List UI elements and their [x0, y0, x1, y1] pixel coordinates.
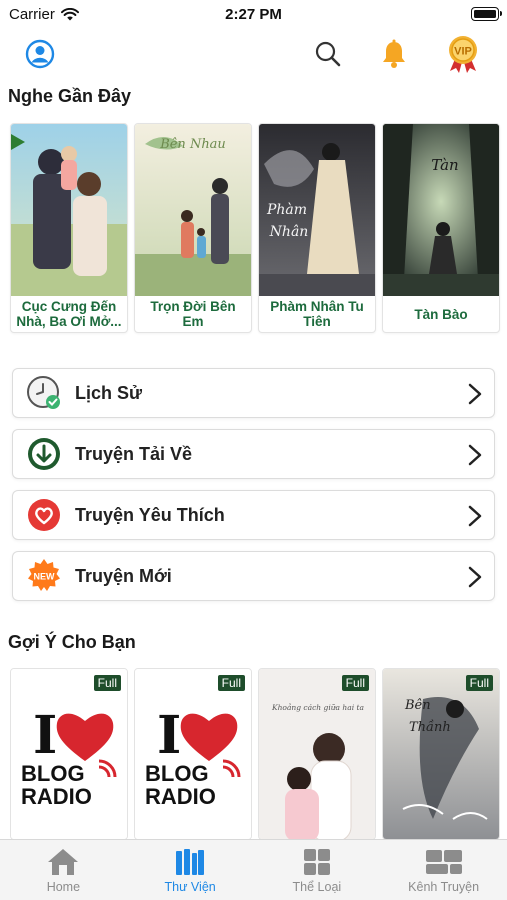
recent-section-title: Nghe Gần Đây	[8, 86, 132, 106]
book-cover-image: Bên Nhau	[135, 124, 251, 296]
svg-text:Tàn: Tàn	[431, 156, 458, 174]
suggest-card[interactable]: I BLOG RADIO Full	[134, 668, 252, 840]
library-books-icon	[176, 849, 205, 875]
history-clock-icon	[26, 375, 62, 411]
book-cover-caption: Khoảng cách giữa hai ta	[272, 703, 364, 712]
library-menu: Lịch Sử Truyện Tải Về Truyện Yêu Thích N…	[12, 368, 495, 612]
logo-blog: BLOG	[21, 761, 85, 786]
svg-text:Bên Nhau: Bên Nhau	[159, 137, 226, 152]
home-icon	[48, 849, 79, 875]
book-cover-image	[259, 669, 375, 839]
tab-label: Thư Viện	[164, 880, 216, 894]
logo-radio: RADIO	[21, 784, 92, 809]
book-card[interactable]: Phàm Nhân Phàm Nhân Tu Tiên	[258, 123, 376, 333]
book-cover-image: Phàm Nhân	[259, 124, 375, 296]
grid-icon	[303, 849, 330, 875]
menu-item-favorites[interactable]: Truyện Yêu Thích	[12, 490, 495, 540]
chevron-right-icon	[468, 444, 482, 466]
suggest-books-row: I BLOG RADIO Full I BLOG RADIO Full Khoả…	[10, 668, 500, 840]
svg-text:Thầnh: Thầnh	[409, 719, 451, 735]
menu-label: Truyện Tải Về	[75, 443, 193, 464]
blogradio-logo: I BLOG RADIO	[135, 669, 251, 839]
menu-item-history[interactable]: Lịch Sử	[12, 368, 495, 418]
battery-icon	[471, 7, 502, 21]
book-card[interactable]: Tàn Tàn Bào	[382, 123, 500, 333]
svg-text:VIP: VIP	[454, 46, 472, 58]
suggest-card[interactable]: Khoảng cách giữa hai ta Full	[258, 668, 376, 840]
user-profile-icon[interactable]	[20, 34, 60, 74]
menu-label: Truyện Mới	[75, 565, 172, 586]
tab-label: Thể Loại	[292, 880, 342, 894]
heart-icon	[26, 497, 62, 533]
logo-letter-i: I	[157, 705, 181, 766]
logo-blog: BLOG	[145, 761, 209, 786]
channels-icon	[425, 850, 462, 874]
book-title: Trọn Đời Bên Em	[150, 299, 236, 329]
chevron-right-icon	[468, 505, 482, 527]
book-card[interactable]: Bên Nhau Trọn Đời Bên Em	[134, 123, 252, 333]
full-badge: Full	[341, 675, 369, 691]
menu-label: Truyện Yêu Thích	[75, 504, 225, 525]
chevron-right-icon	[468, 383, 482, 405]
tab-categories[interactable]: Thể Loại	[254, 840, 381, 900]
clock: 2:27 PM	[225, 6, 282, 23]
recent-books-row: Cục Cưng Đến Nhà, Ba Ơi Mở... Bên Nhau T…	[10, 123, 500, 333]
blogradio-logo: I BLOG RADIO	[11, 669, 127, 839]
download-icon	[26, 436, 62, 472]
chevron-right-icon	[468, 566, 482, 588]
tab-label: Home	[46, 880, 81, 894]
book-card[interactable]: Cục Cưng Đến Nhà, Ba Ơi Mở...	[10, 123, 128, 333]
book-title: Cục Cưng Đến Nhà, Ba Ơi Mở...	[16, 299, 122, 329]
svg-text:Nhân: Nhân	[269, 224, 309, 240]
book-cover-image: Tàn	[383, 124, 499, 296]
book-title: Phàm Nhân Tu Tiên	[270, 299, 364, 329]
bell-icon[interactable]	[374, 34, 414, 74]
tab-label: Kênh Truyện	[408, 880, 480, 894]
suggest-card[interactable]: I BLOG RADIO Full	[10, 668, 128, 840]
status-bar: Carrier 2:27 PM	[0, 0, 507, 30]
menu-label: Lịch Sử	[75, 382, 143, 403]
full-badge: Full	[217, 675, 245, 691]
top-bar: VIP	[0, 34, 507, 74]
svg-text:Phàm: Phàm	[266, 202, 307, 218]
tab-library[interactable]: Thư Viện	[127, 840, 254, 900]
book-cover-image: Bên Thầnh	[383, 669, 499, 839]
search-icon[interactable]	[308, 34, 348, 74]
book-title: Tàn Bào	[414, 306, 468, 322]
logo-radio: RADIO	[145, 784, 216, 809]
svg-text:NEW: NEW	[34, 572, 56, 582]
menu-item-downloads[interactable]: Truyện Tải Về	[12, 429, 495, 479]
suggest-card[interactable]: Bên Thầnh Full	[382, 668, 500, 840]
bottom-tab-bar: Home Thư Viện Thể Loại Kênh Truyện	[0, 839, 507, 900]
book-cover-image	[11, 124, 127, 296]
svg-text:Bên: Bên	[404, 698, 431, 713]
vip-badge-icon[interactable]: VIP	[443, 34, 483, 74]
menu-item-new[interactable]: NEW Truyện Mới	[12, 551, 495, 601]
tab-home[interactable]: Home	[0, 840, 127, 900]
full-badge: Full	[93, 675, 121, 691]
logo-letter-i: I	[33, 705, 57, 766]
new-badge-icon: NEW	[26, 558, 62, 594]
suggest-section-title: Gợi Ý Cho Bạn	[8, 632, 136, 652]
tab-channels[interactable]: Kênh Truyện	[380, 840, 507, 900]
full-badge: Full	[465, 675, 493, 691]
